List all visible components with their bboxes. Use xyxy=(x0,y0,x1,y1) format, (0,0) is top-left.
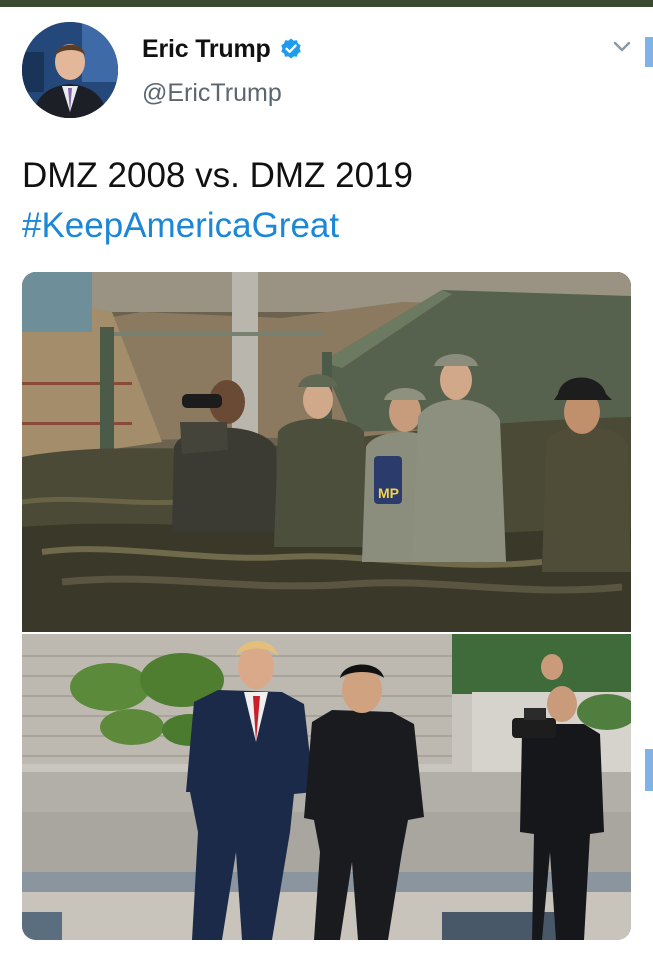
tweet-card[interactable]: Eric Trump @EricTrump DMZ 2008 vs. DMZ 2… xyxy=(0,7,653,960)
tweet-media[interactable]: MP xyxy=(22,272,631,940)
chevron-down-icon[interactable] xyxy=(610,37,634,57)
edge-indicator-bottom xyxy=(645,749,653,791)
mp-patch-text: MP xyxy=(378,485,399,501)
hashtag-link[interactable]: #KeepAmericaGreat xyxy=(22,201,632,251)
author-display-name[interactable]: Eric Trump xyxy=(142,35,271,64)
author-avatar[interactable] xyxy=(22,22,118,118)
top-bar xyxy=(0,0,653,7)
avatar-photo xyxy=(22,22,118,118)
tweet-text-line: DMZ 2008 vs. DMZ 2019 xyxy=(22,156,413,195)
photo-dmz-2008: MP xyxy=(22,272,631,632)
photo-divider xyxy=(22,632,631,634)
media-collage: MP xyxy=(22,272,631,940)
tweet-text: DMZ 2008 vs. DMZ 2019 #KeepAmericaGreat xyxy=(22,151,632,251)
edge-indicator-top xyxy=(645,37,653,67)
verified-badge-icon xyxy=(280,38,301,59)
author-name-row: Eric Trump xyxy=(142,33,303,65)
author-handle[interactable]: @EricTrump xyxy=(142,79,282,108)
photo-dmz-2019 xyxy=(22,634,631,940)
